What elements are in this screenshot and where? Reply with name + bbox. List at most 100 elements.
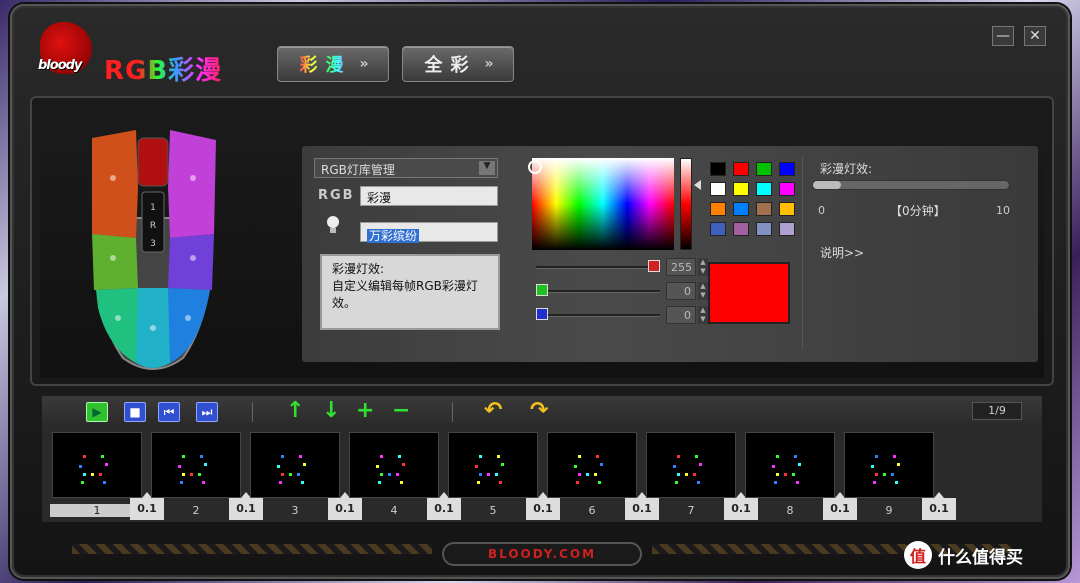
red-slider-thumb[interactable] bbox=[648, 260, 660, 272]
color-swatch[interactable] bbox=[733, 222, 749, 236]
color-swatch[interactable] bbox=[710, 202, 726, 216]
frame-duration[interactable]: 0.1 bbox=[922, 492, 956, 520]
speed-min-label: 0 bbox=[818, 204, 825, 217]
frame-item[interactable]: 2 0.1 bbox=[149, 428, 263, 520]
color-swatch[interactable] bbox=[756, 162, 772, 176]
color-swatch[interactable] bbox=[779, 182, 795, 196]
frame-item[interactable]: 3 0.1 bbox=[248, 428, 362, 520]
frame-led-dot bbox=[182, 473, 185, 476]
frame-led-dot bbox=[396, 473, 399, 476]
frame-item[interactable]: 4 0.1 bbox=[347, 428, 461, 520]
speed-slider[interactable] bbox=[812, 180, 1010, 190]
frame-thumbnail[interactable] bbox=[745, 432, 835, 498]
frame-led-dot bbox=[501, 463, 504, 466]
frame-thumbnail[interactable] bbox=[547, 432, 637, 498]
frame-thumbnail[interactable] bbox=[646, 432, 736, 498]
color-swatch[interactable] bbox=[779, 162, 795, 176]
effect-name-field[interactable]: 彩漫 bbox=[360, 186, 498, 206]
footer-stripe-left bbox=[72, 544, 432, 554]
color-swatch[interactable] bbox=[756, 202, 772, 216]
blue-value-input[interactable]: 0 bbox=[666, 306, 696, 324]
frame-thumbnail[interactable] bbox=[448, 432, 538, 498]
color-swatch[interactable] bbox=[710, 222, 726, 236]
color-swatch[interactable] bbox=[710, 182, 726, 196]
frame-led-dot bbox=[675, 481, 678, 484]
blue-slider-thumb[interactable] bbox=[536, 308, 548, 320]
frame-thumbnail[interactable] bbox=[349, 432, 439, 498]
frame-item[interactable]: 5 0.1 bbox=[446, 428, 560, 520]
frame-led-dot bbox=[695, 455, 698, 458]
rgb-library-select[interactable]: RGB灯库管理 ▼ bbox=[314, 158, 498, 178]
effect-description: 彩漫灯效: 自定义编辑每帧RGB彩漫灯效。 bbox=[320, 254, 500, 330]
frame-item[interactable]: 8 0.1 bbox=[743, 428, 857, 520]
frame-item[interactable]: 1 0.1 bbox=[50, 428, 164, 520]
color-swatch[interactable] bbox=[779, 222, 795, 236]
remove-frame-button[interactable]: − bbox=[392, 400, 410, 422]
frame-led-dot bbox=[289, 473, 292, 476]
frame-led-dot bbox=[180, 481, 183, 484]
color-swatch[interactable] bbox=[733, 182, 749, 196]
lightbulb-icon bbox=[327, 216, 339, 233]
blue-slider-track[interactable] bbox=[536, 314, 660, 317]
watermark-text: 什么值得买 bbox=[938, 547, 1023, 568]
svg-text:1: 1 bbox=[150, 203, 156, 213]
frame-item[interactable]: 7 0.1 bbox=[644, 428, 758, 520]
last-frame-button[interactable]: ⏭ bbox=[196, 402, 218, 422]
frame-led-dot bbox=[677, 455, 680, 458]
play-button[interactable]: ▶ bbox=[86, 402, 108, 422]
svg-text:R: R bbox=[150, 221, 156, 231]
green-slider-track[interactable] bbox=[536, 290, 660, 293]
move-down-button[interactable]: ↓ bbox=[322, 400, 340, 422]
frame-item[interactable]: 6 0.1 bbox=[545, 428, 659, 520]
redo-icon: ↷ bbox=[530, 398, 549, 423]
color-swatch[interactable] bbox=[710, 162, 726, 176]
red-value-input[interactable]: 255 bbox=[666, 258, 696, 276]
green-value-input[interactable]: 0 bbox=[666, 282, 696, 300]
effect-type-field[interactable]: 万彩缤纷 bbox=[360, 222, 498, 243]
first-frame-button[interactable]: ⏮ bbox=[158, 402, 180, 422]
footer-brand: BLOODY.COM bbox=[442, 542, 642, 566]
undo-button[interactable]: ↶ bbox=[484, 400, 502, 422]
tab-full-color[interactable]: 全彩 » bbox=[402, 46, 514, 82]
color-swatch[interactable] bbox=[733, 202, 749, 216]
speed-slider-knob[interactable] bbox=[813, 181, 841, 189]
frame-led-dot bbox=[578, 455, 581, 458]
frame-thumbnail[interactable] bbox=[52, 432, 142, 498]
brightness-arrow-icon[interactable] bbox=[694, 180, 701, 190]
minus-icon: − bbox=[392, 398, 411, 423]
minimize-button[interactable]: — bbox=[992, 26, 1014, 46]
blue-spinner[interactable]: ▲ ▼ bbox=[698, 306, 708, 324]
color-swatch[interactable] bbox=[756, 182, 772, 196]
frame-led-dot bbox=[299, 455, 302, 458]
app-window: bloody RGB彩漫 彩漫 » 全彩 » — ✕ 1 R 3 RGB灯库管理… bbox=[10, 4, 1070, 579]
close-button[interactable]: ✕ bbox=[1024, 26, 1046, 46]
redo-button[interactable]: ↷ bbox=[530, 400, 548, 422]
effect-description-text: 彩漫灯效: 自定义编辑每帧RGB彩漫灯效。 bbox=[332, 262, 478, 310]
frame-led-dot bbox=[200, 455, 203, 458]
color-spectrum[interactable] bbox=[528, 158, 674, 250]
frame-thumbnail[interactable] bbox=[844, 432, 934, 498]
color-picker-cursor[interactable] bbox=[528, 160, 542, 174]
color-swatch[interactable] bbox=[756, 222, 772, 236]
panel-divider bbox=[802, 156, 803, 350]
frame-item[interactable]: 9 0.1 bbox=[842, 428, 956, 520]
frame-thumbnail[interactable] bbox=[250, 432, 340, 498]
frame-led-dot bbox=[772, 465, 775, 468]
move-up-button[interactable]: ↑ bbox=[286, 400, 304, 422]
stop-button[interactable]: ■ bbox=[124, 402, 146, 422]
tab-rgb-animation[interactable]: 彩漫 » bbox=[277, 46, 389, 82]
add-frame-button[interactable]: + bbox=[356, 400, 374, 422]
color-swatch[interactable] bbox=[733, 162, 749, 176]
frame-led-dot bbox=[693, 473, 696, 476]
frame-led-dot bbox=[796, 481, 799, 484]
green-slider-thumb[interactable] bbox=[536, 284, 548, 296]
frame-thumbnail[interactable] bbox=[151, 432, 241, 498]
red-spinner[interactable]: ▲ ▼ bbox=[698, 258, 708, 276]
frame-led-dot bbox=[380, 455, 383, 458]
explain-link[interactable]: 说明>> bbox=[820, 244, 864, 261]
brightness-bar[interactable] bbox=[680, 158, 692, 250]
rgb-label: RGB bbox=[318, 188, 355, 203]
color-swatch[interactable] bbox=[779, 202, 795, 216]
green-spinner[interactable]: ▲ ▼ bbox=[698, 282, 708, 300]
red-slider-track[interactable] bbox=[536, 266, 660, 269]
